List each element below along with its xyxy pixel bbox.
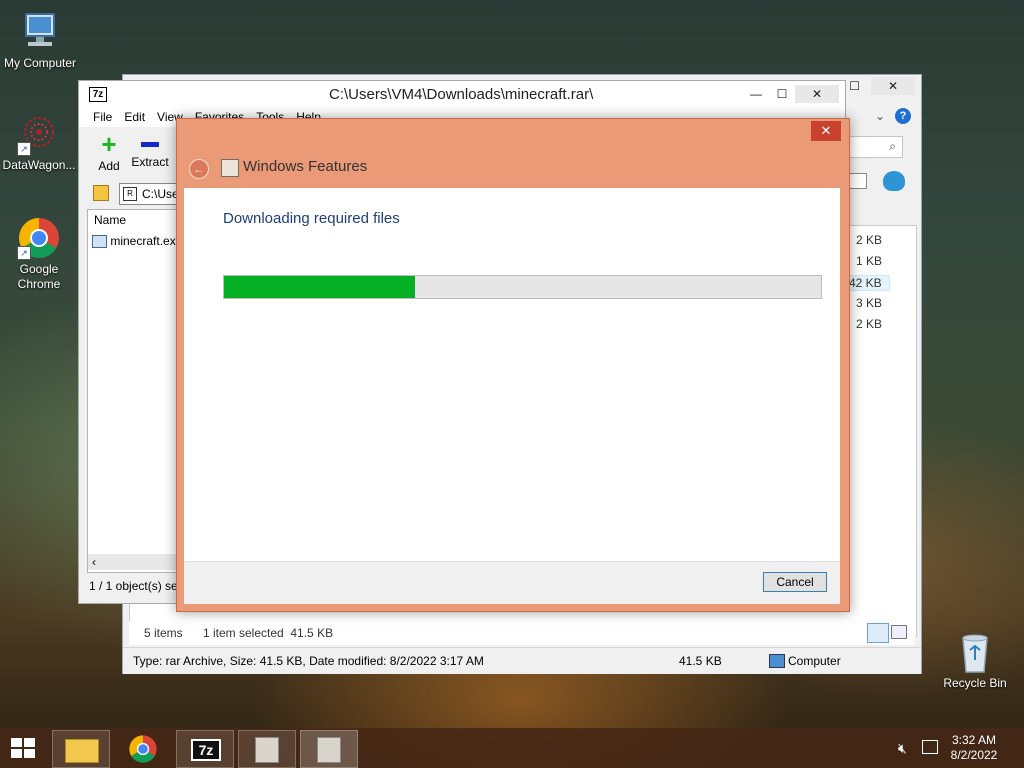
explorer-details-bar: Type: rar Archive, Size: 41.5 KB, Date m… (123, 647, 921, 674)
windows-features-dialog[interactable]: ✕ ← Windows Features Downloading require… (176, 118, 850, 612)
desktop-icon-label: Recycle Bin (943, 676, 1007, 690)
scroll-left-icon[interactable]: ‹ (92, 555, 96, 569)
thumbnails-view-icon[interactable] (891, 625, 907, 639)
status-heading: Downloading required files (223, 210, 400, 227)
taskbar: 7z 🔇︎ 3:32 AM 8/2/2022 (0, 728, 1024, 768)
taskbar-windows-features-2[interactable] (300, 730, 358, 768)
7zip-icon: 7z (191, 739, 221, 761)
start-button[interactable] (8, 736, 38, 760)
maximize-icon[interactable]: ☐ (769, 85, 795, 103)
exe-file-icon (92, 235, 107, 249)
taskbar-7zip[interactable]: 7z (176, 730, 234, 768)
minimize-icon[interactable]: — (743, 85, 769, 103)
rar-icon: R (123, 187, 137, 201)
desktop-icon-google-chrome[interactable]: ↗ Google Chrome (0, 216, 79, 292)
file-name: minecraft.exe (110, 234, 183, 248)
up-folder-icon[interactable] (93, 185, 109, 201)
horizontal-scrollbar[interactable]: ‹ (88, 554, 188, 570)
7zip-window-title: C:\Users\VM4\Downloads\minecraft.rar\ (329, 86, 594, 103)
chevron-down-icon[interactable]: ⌄ (875, 109, 885, 123)
explorer-status-bar: 5 items 1 item selected 41.5 KB (129, 621, 915, 645)
volume-muted-icon[interactable]: 🔇︎ (898, 740, 907, 757)
windows-logo-icon (11, 738, 35, 758)
desktop-icon-label: Google Chrome (17, 262, 61, 291)
progress-fill (224, 276, 416, 298)
address-text: C:\Use (142, 187, 179, 201)
taskbar-file-explorer[interactable] (52, 730, 110, 768)
taskbar-clock[interactable]: 3:32 AM 8/2/2022 (944, 733, 1004, 763)
desktop-icon-datawagon[interactable]: ↗ DataWagon... (0, 112, 79, 173)
menu-edit[interactable]: Edit (118, 107, 151, 127)
status-location: Computer (788, 654, 841, 668)
taskbar-windows-features-1[interactable] (238, 730, 296, 768)
items-count: 5 items (144, 626, 183, 640)
menu-file[interactable]: File (87, 107, 118, 127)
search-box[interactable]: ⌕ (847, 136, 903, 158)
folder-icon (65, 739, 99, 763)
column-header-name[interactable]: Name (94, 213, 126, 227)
7zip-file-list[interactable]: Name minecraft.exe ‹ (87, 209, 189, 573)
status-size: 41.5 KB (679, 654, 722, 668)
file-size: 3 KB (856, 296, 883, 310)
file-size: 1 KB (856, 254, 883, 268)
close-icon[interactable]: ✕ (795, 85, 839, 103)
computer-icon (18, 10, 62, 54)
status-type: Type: rar Archive, Size: 41.5 KB, Date m… (133, 654, 484, 668)
dialog-body: Downloading required files (184, 188, 840, 561)
extract-button[interactable]: Extract (129, 133, 171, 169)
help-icon[interactable]: ? (895, 108, 911, 124)
extract-label: Extract (131, 155, 169, 169)
windows-features-icon (221, 159, 239, 177)
dialog-footer: Cancel (184, 561, 840, 604)
network-icon[interactable] (922, 740, 938, 754)
shortcut-arrow-icon: ↗ (17, 142, 31, 156)
desktop-icon-label: My Computer (3, 56, 77, 70)
clock-date: 8/2/2022 (950, 748, 998, 762)
list-item[interactable]: minecraft.exe (92, 234, 183, 249)
search-icon: ⌕ (889, 139, 896, 153)
chrome-icon: ↗ (17, 216, 61, 260)
shell-icon[interactable] (883, 171, 905, 191)
windows-features-icon (317, 737, 341, 763)
clock-time: 3:32 AM (951, 733, 997, 747)
desktop-icon-label: DataWagon... (2, 158, 76, 172)
file-size-selected: 42 KB (846, 275, 890, 291)
datawagon-icon: ↗ (17, 112, 61, 156)
download-progress-bar (223, 275, 822, 299)
add-label: Add (98, 159, 120, 173)
windows-features-icon (255, 737, 279, 763)
desktop-icon-my-computer[interactable]: My Computer (0, 10, 80, 71)
7zip-app-icon: 7z (89, 87, 107, 102)
7zip-title-bar[interactable]: 7z C:\Users\VM4\Downloads\minecraft.rar\… (79, 81, 845, 107)
desktop-icon-recycle-bin[interactable]: Recycle Bin (935, 630, 1015, 691)
minus-icon (141, 142, 159, 147)
details-view-icon[interactable] (867, 623, 889, 643)
plus-icon: + (101, 129, 117, 159)
taskbar-chrome[interactable] (114, 730, 172, 768)
back-arrow-icon[interactable]: ← (189, 159, 209, 179)
7zip-status: 1 / 1 object(s) sel (89, 579, 181, 593)
computer-small-icon (769, 654, 785, 668)
cancel-button[interactable]: Cancel (763, 572, 827, 592)
close-icon[interactable]: ✕ (871, 77, 915, 95)
recycle-bin-icon (953, 630, 997, 674)
file-size: 2 KB (856, 317, 883, 331)
file-size: 2 KB (856, 233, 883, 247)
add-button[interactable]: + Add (91, 129, 127, 173)
shortcut-arrow-icon: ↗ (17, 246, 31, 260)
selected-info: 1 item selected 41.5 KB (203, 626, 334, 640)
chrome-icon (129, 735, 157, 763)
dialog-title: Windows Features (243, 158, 368, 175)
dialog-close-button[interactable]: ✕ (811, 121, 841, 141)
